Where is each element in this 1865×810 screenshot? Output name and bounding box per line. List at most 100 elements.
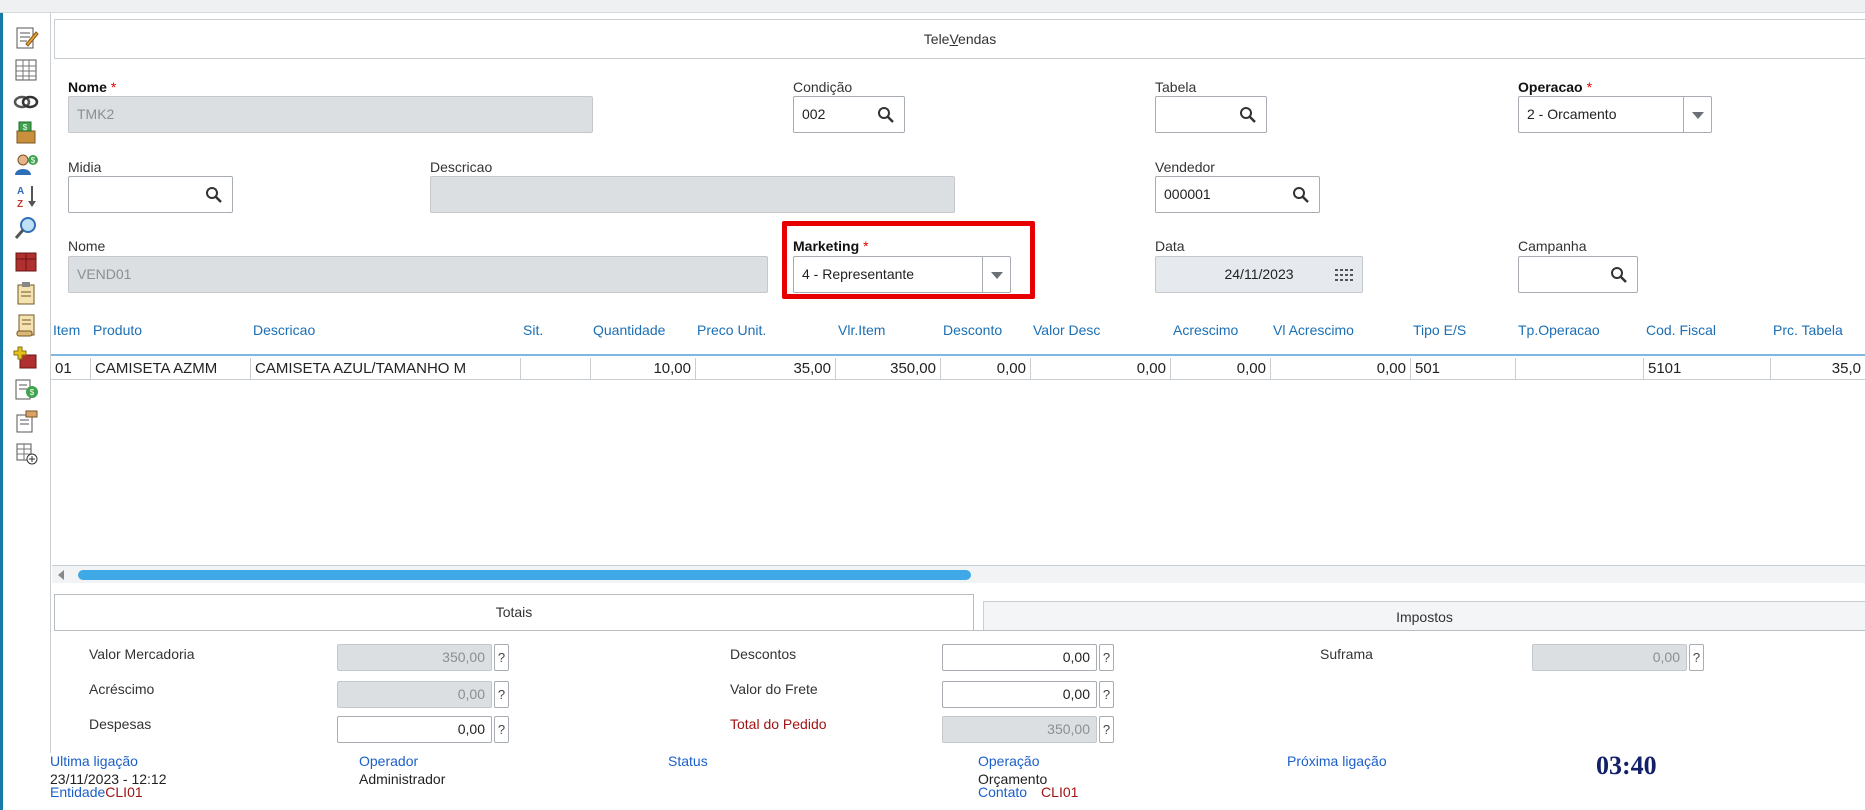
col-header-cod-fiscal[interactable]: Cod. Fiscal [1646, 322, 1716, 338]
campanha-field[interactable] [1518, 256, 1638, 293]
chevron-down-icon[interactable] [982, 257, 1010, 292]
operador-value: Administrador [359, 771, 446, 787]
help-button[interactable]: ? [494, 716, 509, 743]
tab-totais[interactable]: Totais [54, 594, 974, 630]
cell-prc-tabela[interactable]: 35,0 [1771, 358, 1865, 380]
sort-az-icon[interactable]: AZ [12, 182, 40, 210]
money-doc-icon[interactable]: $ [12, 375, 40, 403]
cell-item[interactable]: 01 [51, 358, 91, 380]
help-button[interactable]: ? [1689, 644, 1704, 671]
col-header-tipo-es[interactable]: Tipo E/S [1413, 322, 1466, 338]
col-header-desconto[interactable]: Desconto [943, 322, 1002, 338]
help-button[interactable]: ? [1099, 681, 1114, 708]
col-header-item[interactable]: Item [53, 322, 80, 338]
descontos-field[interactable]: 0,00 [942, 644, 1097, 671]
totais-panel: Valor Mercadoria 350,00 ? Acréscimo 0,00… [54, 630, 1865, 748]
search-icon[interactable] [1292, 186, 1310, 204]
chevron-down-icon[interactable] [1683, 97, 1711, 132]
operacao-footer-label: Operação [978, 753, 1040, 769]
left-toolbar: $ $ AZ $ [3, 13, 49, 810]
money-box-icon[interactable]: $ [12, 118, 40, 146]
col-header-quantidade[interactable]: Quantidade [593, 322, 665, 338]
spreadsheet-icon[interactable] [12, 56, 40, 84]
col-header-valor-desc[interactable]: Valor Desc [1033, 322, 1100, 338]
call-timer: 03:40 [1596, 751, 1657, 780]
clipboard-icon[interactable] [12, 279, 40, 307]
top-bar [0, 0, 1865, 13]
table-add-icon[interactable] [12, 439, 40, 467]
acrescimo-field[interactable]: 0,00 [337, 681, 492, 708]
cell-produto[interactable]: CAMISETA AZMM [91, 358, 251, 380]
vendedor-field[interactable]: 000001 [1155, 176, 1320, 213]
search-icon[interactable] [1610, 266, 1628, 284]
scroll-left-icon[interactable] [58, 570, 64, 580]
campanha-label: Campanha [1518, 238, 1587, 254]
col-header-sit[interactable]: Sit. [523, 322, 543, 338]
toolbar-divider [50, 13, 51, 753]
nome-label: Nome * [68, 79, 117, 95]
marketing-select[interactable]: 4 - Representante [793, 256, 1011, 293]
valor-mercadoria-field[interactable]: 350,00 [337, 644, 492, 671]
search-icon[interactable] [205, 186, 223, 204]
package-icon[interactable] [12, 247, 40, 275]
cell-tp-operacao[interactable] [1516, 358, 1644, 380]
cell-vlr-item[interactable]: 350,00 [836, 358, 941, 380]
nome-field[interactable]: TMK2 [68, 96, 593, 133]
col-header-acrescimo[interactable]: Acrescimo [1173, 322, 1238, 338]
tab-impostos[interactable]: Impostos [983, 601, 1865, 631]
cell-sit[interactable] [521, 358, 591, 380]
tabela-field[interactable] [1155, 96, 1267, 133]
despesas-label: Despesas [89, 716, 152, 732]
add-box-icon[interactable] [12, 343, 40, 371]
cell-cod-fiscal[interactable]: 5101 [1644, 358, 1771, 380]
col-header-produto[interactable]: Produto [93, 322, 142, 338]
nome-vendedor-label: Nome [68, 238, 106, 254]
link-icon[interactable] [12, 88, 40, 116]
window-title: TeleVendas [54, 19, 1865, 59]
operacao-label: Operacao * [1518, 79, 1593, 95]
hand-doc-icon[interactable] [12, 407, 40, 435]
frete-field[interactable]: 0,00 [942, 681, 1097, 708]
scrollbar-thumb[interactable] [78, 570, 971, 580]
cell-tipo-es[interactable]: 501 [1411, 358, 1516, 380]
help-button[interactable]: ? [494, 644, 509, 671]
col-header-prc-tabela[interactable]: Prc. Tabela [1773, 322, 1843, 338]
cell-descricao[interactable]: CAMISETA AZUL/TAMANHO M [251, 358, 521, 380]
col-header-preco-unit[interactable]: Preco Unit. [697, 322, 766, 338]
status-label: Status [668, 753, 708, 769]
cell-desconto[interactable]: 0,00 [941, 358, 1031, 380]
edit-icon[interactable] [12, 24, 40, 52]
calendar-icon[interactable] [1334, 267, 1354, 283]
help-button[interactable]: ? [1099, 716, 1114, 743]
table-row[interactable]: 01 CAMISETA AZMM CAMISETA AZUL/TAMANHO M… [51, 358, 1865, 380]
data-field[interactable]: 24/11/2023 [1155, 256, 1363, 293]
col-header-descricao[interactable]: Descricao [253, 322, 315, 338]
cell-acrescimo[interactable]: 0,00 [1171, 358, 1271, 380]
magnifier-icon[interactable] [12, 214, 40, 242]
operacao-select[interactable]: 2 - Orcamento [1518, 96, 1712, 133]
scroll-icon[interactable] [12, 311, 40, 339]
user-money-icon[interactable]: $ [12, 150, 40, 178]
marketing-label: Marketing * [793, 238, 869, 254]
cell-preco-unit[interactable]: 35,00 [696, 358, 836, 380]
col-header-vlr-item[interactable]: Vlr.Item [838, 322, 885, 338]
suframa-field[interactable]: 0,00 [1532, 644, 1687, 671]
despesas-field[interactable]: 0,00 [337, 716, 492, 743]
descricao-field[interactable] [430, 176, 955, 213]
cell-valor-desc[interactable]: 0,00 [1031, 358, 1171, 380]
nome-vendedor-field[interactable]: VEND01 [68, 256, 768, 293]
midia-field[interactable] [68, 176, 233, 213]
col-header-tp-operacao[interactable]: Tp.Operacao [1518, 322, 1600, 338]
col-header-vl-acrescimo[interactable]: Vl Acrescimo [1273, 322, 1354, 338]
search-icon[interactable] [1239, 106, 1257, 124]
help-button[interactable]: ? [1099, 644, 1114, 671]
total-pedido-field[interactable]: 350,00 [942, 716, 1097, 743]
data-value: 24/11/2023 [1224, 266, 1294, 282]
condicao-label: Condição [793, 79, 853, 95]
search-icon[interactable] [877, 106, 895, 124]
help-button[interactable]: ? [494, 681, 509, 708]
horizontal-scrollbar[interactable] [52, 565, 1865, 583]
cell-vl-acrescimo[interactable]: 0,00 [1271, 358, 1411, 380]
condicao-field[interactable]: 002 [793, 96, 905, 133]
cell-quantidade[interactable]: 10,00 [591, 358, 696, 380]
